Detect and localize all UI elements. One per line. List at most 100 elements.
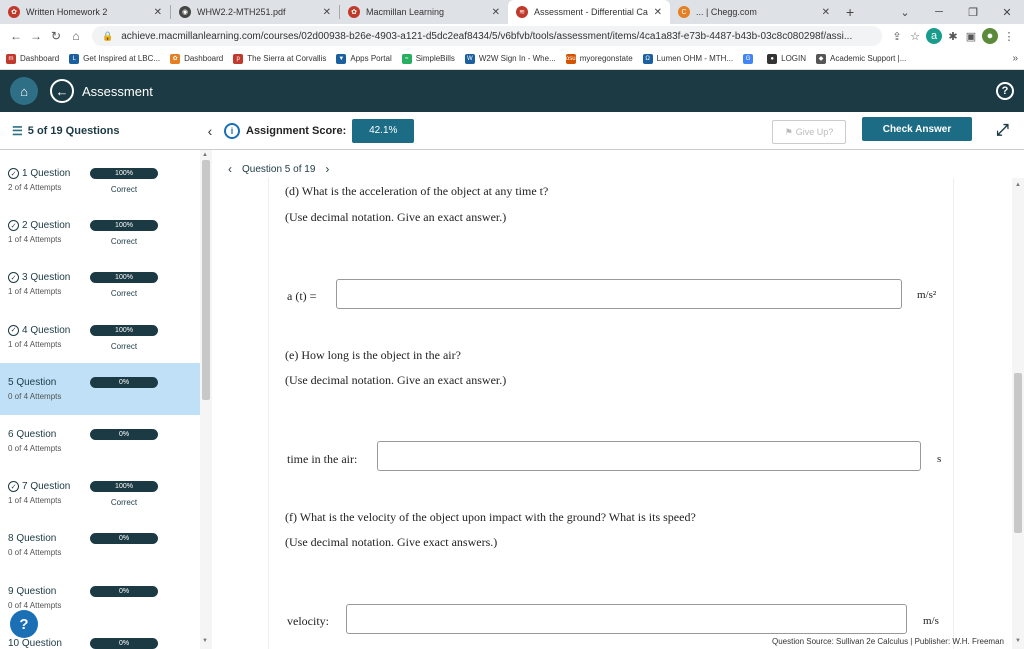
collapse-sidebar-icon[interactable]: ‹	[200, 123, 220, 139]
question-progress-bar: 100%	[90, 324, 158, 336]
bookmark-item[interactable]: ● LOGIN	[767, 53, 807, 64]
main-scroll-down-icon[interactable]: ▼	[1015, 638, 1021, 644]
bookmark-favicon-icon: p	[233, 53, 244, 64]
bookmark-item[interactable]: L Get Inspired at LBC...	[69, 53, 160, 64]
tab-close-icon[interactable]: ✕	[323, 7, 331, 18]
list-icon: ☰	[12, 123, 23, 138]
extensions-puzzle-icon[interactable]: ✱	[944, 30, 962, 43]
reload-icon[interactable]: ↻	[46, 29, 66, 43]
question-name-text: 4 Question	[22, 324, 71, 336]
share-icon[interactable]: ⇪	[888, 30, 906, 43]
question-status: Correct	[110, 498, 138, 508]
part-e-prompt: (e) How long is the object in the air?	[285, 348, 461, 362]
floating-help-button[interactable]: ?	[10, 610, 38, 638]
bookmark-item[interactable]: osu myoregonstate	[565, 53, 633, 64]
bookmark-label: LOGIN	[781, 54, 807, 63]
app-header: ⌂ ← Assessment ?	[0, 70, 1024, 112]
app-back-icon[interactable]: ←	[50, 79, 74, 103]
new-tab-button[interactable]: +	[838, 0, 862, 24]
forward-arrow-icon[interactable]: →	[26, 29, 46, 43]
sidebar-scroll-thumb[interactable]	[202, 160, 210, 400]
browser-tab[interactable]: C ... | Chegg.com ✕	[670, 0, 838, 24]
back-arrow-icon[interactable]: ←	[6, 29, 26, 43]
sidebar-question-item[interactable]: 6 Question 0 of 4 Attempts 0%	[0, 415, 200, 467]
question-attempts: 0 of 4 Attempts	[8, 548, 62, 558]
tab-close-icon[interactable]: ✕	[492, 7, 500, 18]
restore-icon[interactable]: ❐	[956, 6, 990, 19]
extension-a-icon[interactable]: a	[926, 28, 942, 44]
bookmark-item[interactable]: G	[743, 53, 757, 64]
main-scroll-thumb[interactable]	[1014, 373, 1022, 533]
bookmark-item[interactable]: ◆ Academic Support |...	[816, 53, 907, 64]
bookmark-item[interactable]: Ω Lumen OHM - MTH...	[642, 53, 734, 64]
time-in-air-input[interactable]	[377, 441, 921, 471]
help-icon[interactable]: ?	[996, 82, 1014, 100]
sidebar-question-item[interactable]: ✓ 4 Question 1 of 4 Attempts 100% Correct	[0, 311, 200, 363]
bookmark-label: Academic Support |...	[830, 54, 907, 63]
home-icon[interactable]: ⌂	[66, 29, 86, 43]
fullscreen-icon[interactable]: ⤢	[996, 122, 1009, 140]
close-window-icon[interactable]: ✕	[990, 6, 1024, 19]
browser-tab[interactable]: ✿ Macmillan Learning ✕	[340, 0, 508, 24]
bookmark-item[interactable]: p The Sierra at Corvallis	[233, 53, 326, 64]
sidebar-question-item[interactable]: ✓ 1 Question 2 of 4 Attempts 100% Correct	[0, 154, 200, 206]
bookmark-item[interactable]: ≈ SimpleBills	[401, 53, 455, 64]
bookmark-favicon-icon: ▼	[336, 53, 347, 64]
velocity-input[interactable]	[346, 604, 907, 634]
browser-tab[interactable]: ✿ Written Homework 2 ✕	[0, 0, 170, 24]
question-nav-label: Question 5 of 19	[242, 163, 316, 175]
question-list-toggle[interactable]: ☰ 5 of 19 Questions	[0, 124, 200, 138]
menu-kebab-icon[interactable]: ⋮	[1000, 30, 1018, 43]
sidebar-question-item[interactable]: ✓ 2 Question 1 of 4 Attempts 100% Correct	[0, 206, 200, 258]
sidebar-question-item[interactable]: ✓ 7 Question 1 of 4 Attempts 100% Correct	[0, 467, 200, 519]
profile-avatar-icon[interactable]: ●	[982, 28, 998, 44]
sidebar-question-item[interactable]: 8 Question 0 of 4 Attempts 0%	[0, 519, 200, 571]
tab-close-icon[interactable]: ✕	[154, 7, 162, 18]
sidebar-question-item[interactable]: 5 Question 0 of 4 Attempts 0%	[0, 362, 200, 415]
score-value: 42.1%	[352, 118, 415, 143]
question-attempts: 0 of 4 Attempts	[8, 391, 62, 401]
bookmark-favicon-icon: ●	[767, 53, 778, 64]
browser-tab[interactable]: ◉ WHW2.2-MTH251.pdf ✕	[171, 0, 339, 24]
give-up-button[interactable]: ⚑ Give Up?	[772, 120, 846, 144]
question-name: ✓ 4 Question	[8, 324, 71, 336]
sidebar-question-item[interactable]: ✓ 3 Question 1 of 4 Attempts 100% Correct	[0, 258, 200, 310]
check-circle-icon: ✓	[8, 481, 19, 493]
main-scroll-up-icon[interactable]: ▲	[1015, 182, 1021, 188]
question-name-text: 3 Question	[22, 272, 71, 284]
scroll-up-icon[interactable]: ▲	[202, 152, 208, 158]
bookmark-item[interactable]: m Dashboard	[6, 53, 59, 64]
bookmark-item[interactable]: W W2W Sign In - Whe...	[464, 53, 556, 64]
minimize-icon[interactable]: ─	[922, 6, 956, 18]
sidebar-scrollbar[interactable]: ▲ ▼	[200, 150, 212, 649]
info-icon[interactable]: i	[224, 122, 240, 139]
check-circle-icon: ✓	[8, 324, 19, 336]
tab-close-icon[interactable]: ✕	[654, 7, 662, 18]
tab-title: WHW2.2-MTH251.pdf	[197, 7, 286, 17]
tab-title: Macmillan Learning	[366, 7, 445, 17]
side-panel-icon[interactable]: ▣	[962, 30, 980, 43]
question-progress-bar: 100%	[90, 272, 158, 284]
question-status: Correct	[110, 185, 138, 194]
check-answer-button[interactable]: Check Answer	[862, 117, 972, 141]
browser-tab[interactable]: ≋ Assessment - Differential Calcu ✕	[508, 0, 670, 24]
scroll-down-icon[interactable]: ▼	[202, 638, 208, 644]
bookmark-item[interactable]: ✿ Dashboard	[170, 53, 223, 64]
bookmark-favicon-icon: G	[743, 53, 754, 64]
url-field[interactable]: 🔒 achieve.macmillanlearning.com/courses/…	[92, 26, 882, 46]
tab-search-icon[interactable]: ⌄	[888, 6, 922, 19]
main-scrollbar[interactable]: ▲ ▼	[1012, 178, 1024, 649]
bookmark-item[interactable]: ▼ Apps Portal	[336, 53, 392, 64]
bookmark-star-icon[interactable]: ☆	[906, 30, 924, 43]
bookmark-favicon-icon: osu	[565, 53, 576, 64]
prev-question-icon[interactable]: ‹	[228, 162, 232, 176]
app-title: Assessment	[82, 83, 153, 99]
tab-close-icon[interactable]: ✕	[822, 7, 830, 18]
app-home-icon[interactable]: ⌂	[10, 77, 38, 105]
bookmark-label: Apps Portal	[350, 54, 392, 63]
next-question-icon[interactable]: ›	[325, 162, 329, 176]
bookmarks-overflow-icon[interactable]: »	[1012, 53, 1018, 64]
acceleration-input[interactable]	[336, 279, 902, 309]
bookmark-label: Lumen OHM - MTH...	[656, 54, 734, 63]
tab-title: Written Homework 2	[26, 7, 108, 17]
